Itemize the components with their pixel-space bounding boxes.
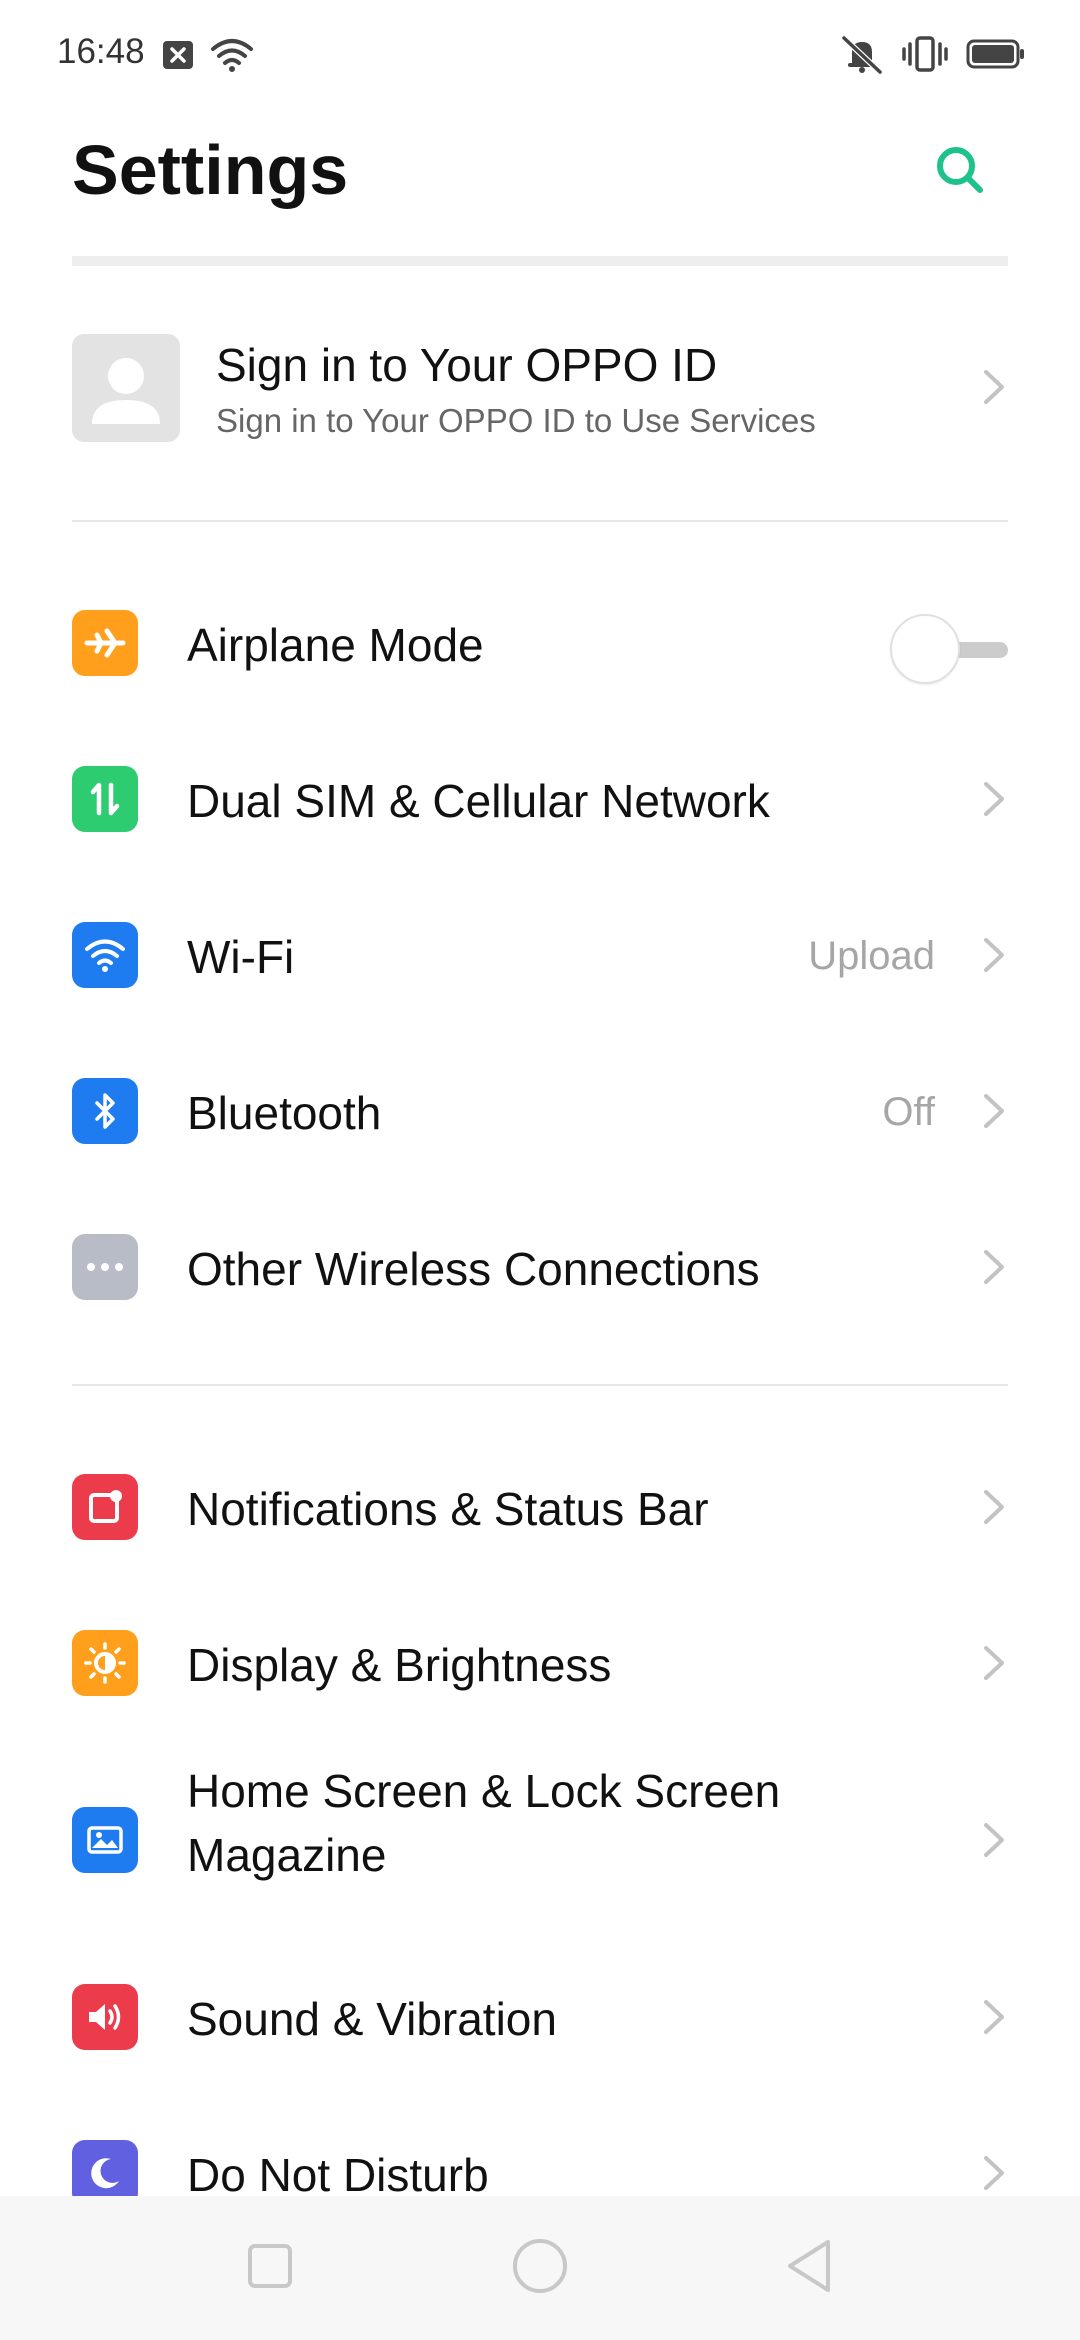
airplane-icon (72, 610, 138, 676)
wifi-row[interactable]: Wi-Fi Upload (0, 890, 1080, 1020)
chevron-right-icon (980, 1819, 1008, 1861)
wifi-icon (72, 922, 138, 988)
chevron-right-icon (980, 1090, 1008, 1132)
home-button[interactable] (480, 2196, 600, 2340)
search-icon (930, 147, 990, 204)
notification-icon (72, 1474, 138, 1540)
status-time: 16:48 (57, 32, 145, 71)
wifi-status: Upload (808, 934, 935, 978)
chevron-right-icon (980, 1246, 1008, 1288)
chevron-right-icon (980, 778, 1008, 820)
vibrate-icon (902, 34, 948, 79)
back-icon (784, 2238, 836, 2299)
wifi-label: Wi-Fi (187, 931, 295, 983)
airplane-mode-toggle[interactable] (890, 614, 1008, 684)
chevron-right-icon (980, 1642, 1008, 1684)
account-subtitle: Sign in to Your OPPO ID to Use Services (216, 402, 816, 439)
chevron-right-icon (980, 1486, 1008, 1528)
bluetooth-status: Off (882, 1090, 935, 1134)
recent-apps-button[interactable] (210, 2196, 330, 2340)
header-divider (72, 256, 1008, 266)
recent-apps-icon (246, 2242, 294, 2295)
display-brightness-label: Display & Brightness (187, 1639, 612, 1691)
other-wireless-row[interactable]: Other Wireless Connections (0, 1202, 1080, 1332)
other-wireless-label: Other Wireless Connections (187, 1243, 760, 1295)
home-lock-screen-label: Home Screen & Lock Screen Magazine (187, 1765, 781, 1881)
chevron-right-icon (980, 1996, 1008, 2038)
cellular-arrows-icon (72, 766, 138, 832)
page-title: Settings (72, 131, 349, 209)
dual-sim-label: Dual SIM & Cellular Network (187, 775, 770, 827)
more-dots-icon (72, 1234, 138, 1300)
display-brightness-row[interactable]: Display & Brightness (0, 1598, 1080, 1728)
chevron-right-icon (980, 2152, 1008, 2194)
battery-icon (966, 38, 1026, 75)
bluetooth-label: Bluetooth (187, 1087, 382, 1139)
brightness-icon (72, 1630, 138, 1696)
bluetooth-icon (72, 1078, 138, 1144)
search-button[interactable] (930, 140, 990, 200)
notifications-label: Notifications & Status Bar (187, 1483, 709, 1535)
notifications-row[interactable]: Notifications & Status Bar (0, 1442, 1080, 1572)
sound-vibration-label: Sound & Vibration (187, 1993, 557, 2045)
account-title: Sign in to Your OPPO ID (216, 339, 718, 391)
home-lock-screen-row[interactable]: Home Screen & Lock Screen Magazine (0, 1745, 1080, 1935)
section-divider (72, 1384, 1008, 1386)
avatar (72, 334, 180, 442)
airplane-mode-label: Airplane Mode (187, 619, 484, 671)
sound-vibration-row[interactable]: Sound & Vibration (0, 1952, 1080, 2082)
dual-sim-row[interactable]: Dual SIM & Cellular Network (0, 734, 1080, 864)
chevron-right-icon (980, 934, 1008, 976)
chevron-right-icon (980, 366, 1008, 413)
navigation-bar (0, 2196, 1080, 2340)
notification-x-icon (162, 40, 194, 75)
wallpaper-icon (72, 1807, 138, 1873)
oppo-id-signin[interactable]: Sign in to Your OPPO ID Sign in to Your … (72, 334, 1008, 444)
do-not-disturb-label: Do Not Disturb (187, 2149, 489, 2201)
home-icon (510, 2236, 570, 2301)
status-bar: 16:48 (0, 0, 1080, 110)
bluetooth-row[interactable]: Bluetooth Off (0, 1046, 1080, 1176)
back-button[interactable] (750, 2196, 870, 2340)
speaker-icon (72, 1984, 138, 2050)
airplane-mode-row[interactable]: Airplane Mode (0, 578, 1080, 708)
person-icon (72, 358, 180, 442)
wifi-icon (210, 37, 254, 78)
muted-bell-icon (840, 34, 884, 79)
section-divider (72, 520, 1008, 522)
